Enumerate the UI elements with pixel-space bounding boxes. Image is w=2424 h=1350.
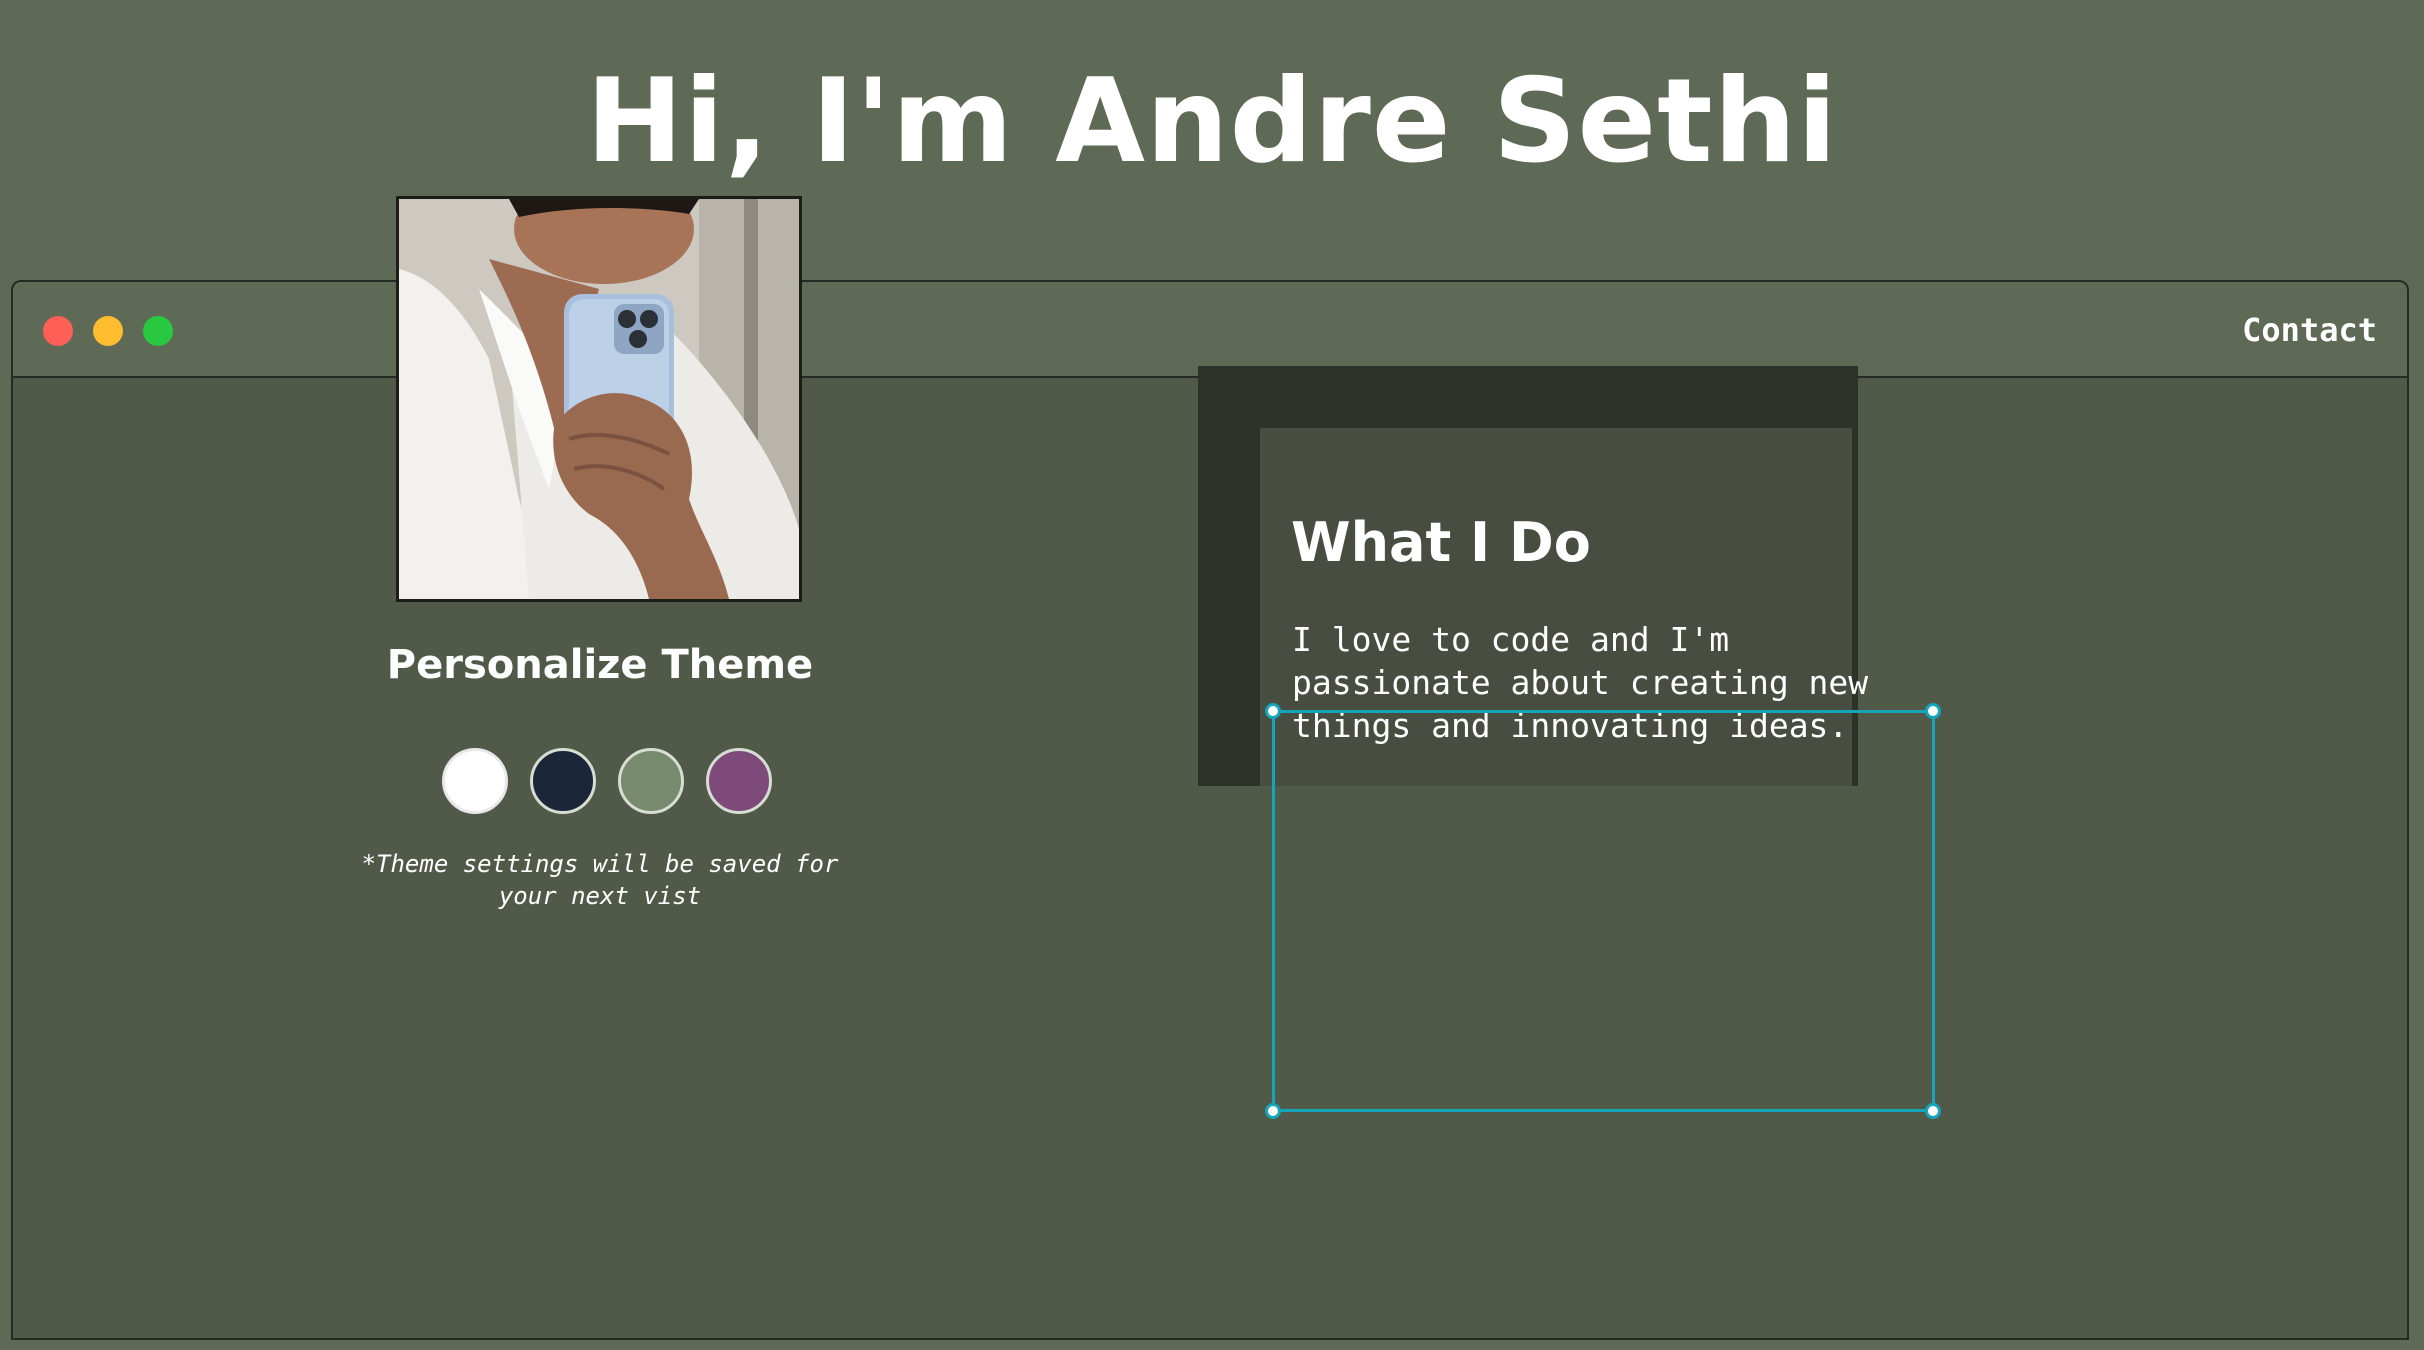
resize-handle-top-left[interactable]: [1265, 703, 1281, 719]
what-i-do-heading: What I Do: [1291, 511, 1591, 574]
window-titlebar: Contact: [13, 282, 2407, 378]
maximize-window-button[interactable]: [143, 316, 173, 346]
personalize-theme-heading: Personalize Theme: [386, 642, 814, 688]
theme-swatch-white[interactable]: [442, 748, 508, 814]
theme-swatch-sage[interactable]: [618, 748, 684, 814]
resize-handle-top-right[interactable]: [1925, 703, 1941, 719]
what-i-do-line: I love to code and I'm: [1292, 620, 1730, 659]
what-i-do-line: things and innovating ideas.: [1292, 706, 1849, 745]
theme-save-note: *Theme settings will be saved for your n…: [300, 848, 900, 912]
close-window-button[interactable]: [43, 316, 73, 346]
profile-photo: [396, 196, 802, 602]
resize-handle-bottom-right[interactable]: [1925, 1103, 1941, 1119]
minimize-window-button[interactable]: [93, 316, 123, 346]
page-title: Hi, I'm Andre Sethi: [586, 54, 1838, 189]
contact-link[interactable]: Contact: [2242, 310, 2377, 350]
theme-swatch-plum[interactable]: [706, 748, 772, 814]
resize-handle-bottom-left[interactable]: [1265, 1103, 1281, 1119]
theme-swatch-group: [432, 748, 772, 816]
what-i-do-line: passionate about creating new: [1292, 663, 1869, 702]
theme-note-line: your next vist: [498, 882, 702, 910]
what-i-do-text: I love to code and I'm passionate about …: [1292, 618, 1882, 747]
theme-swatch-navy[interactable]: [530, 748, 596, 814]
selfie-image: [399, 199, 799, 599]
theme-note-line: *Theme settings will be saved for: [361, 850, 839, 878]
